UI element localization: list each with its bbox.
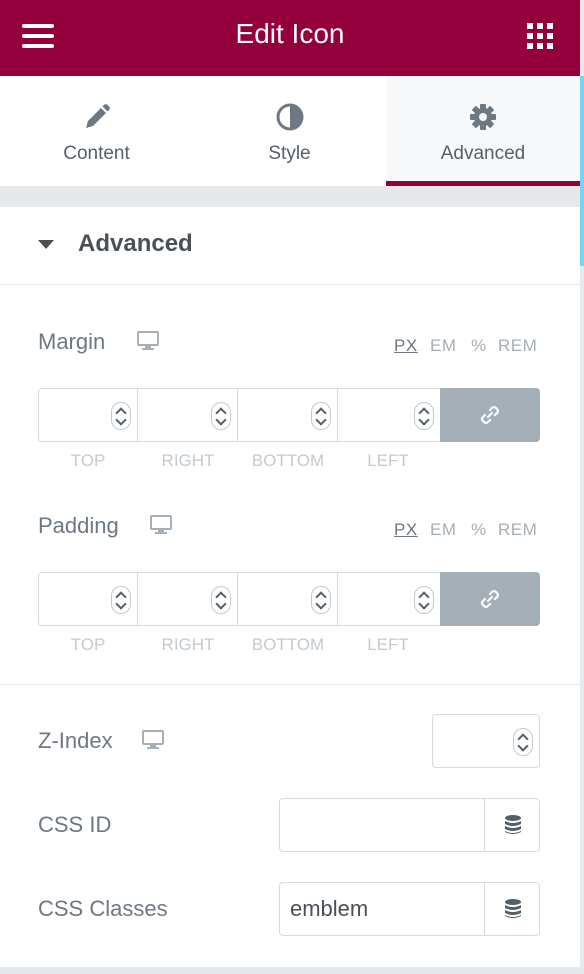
stepper-icon[interactable]: [211, 586, 231, 614]
stepper-icon[interactable]: [211, 402, 231, 430]
gear-icon: [470, 104, 496, 130]
z-index-label: Z-Index: [38, 728, 113, 753]
field-label-right: RIGHT: [161, 635, 215, 654]
field-label-left: LEFT: [367, 451, 409, 470]
tab-label: Style: [268, 143, 311, 164]
link-icon: [480, 405, 500, 425]
panel-title: Edit Icon: [235, 18, 345, 49]
padding-inputs: [38, 572, 540, 626]
unit-px[interactable]: PX: [394, 520, 418, 540]
stepper-icon[interactable]: [111, 402, 131, 430]
panel-header: Edit Icon: [0, 0, 580, 76]
padding-left-input[interactable]: [337, 572, 441, 626]
dynamic-tags-button[interactable]: [484, 798, 540, 852]
database-icon: [505, 815, 521, 834]
database-icon: [505, 899, 521, 918]
unit-px[interactable]: PX: [394, 336, 418, 356]
link-icon: [480, 589, 500, 609]
link-values-button[interactable]: [440, 388, 540, 442]
dynamic-tags-button[interactable]: [484, 882, 540, 936]
margin-label: Margin: [38, 329, 106, 354]
caret-down-icon: [38, 240, 54, 249]
unit-percent[interactable]: %: [471, 520, 487, 540]
field-label-bottom: BOTTOM: [251, 451, 325, 470]
padding-top-input[interactable]: [38, 572, 138, 626]
stepper-icon[interactable]: [414, 586, 434, 614]
tab-label: Content: [63, 143, 130, 164]
padding-field-labels: TOP RIGHT BOTTOM LEFT: [38, 635, 440, 655]
tab-content[interactable]: Content: [0, 76, 193, 186]
desktop-icon[interactable]: [150, 515, 172, 535]
margin-left-input[interactable]: [337, 388, 441, 442]
field-label-left: LEFT: [367, 635, 409, 654]
grid-icon[interactable]: [527, 23, 553, 49]
css-classes-input[interactable]: [279, 882, 486, 936]
desktop-icon[interactable]: [137, 331, 159, 351]
section-toggle[interactable]: Advanced: [0, 207, 580, 285]
field-label-top: TOP: [70, 451, 106, 470]
css-id-label: CSS ID: [38, 812, 112, 837]
tab-label: Advanced: [440, 143, 526, 164]
half-circle-icon: [276, 103, 303, 131]
pencil-icon: [85, 104, 110, 128]
padding-units: PX EM % REM: [394, 520, 540, 540]
divider: [0, 684, 580, 685]
unit-rem[interactable]: REM: [498, 520, 537, 540]
field-label-bottom: BOTTOM: [251, 635, 325, 654]
desktop-icon[interactable]: [142, 730, 164, 750]
stepper-icon[interactable]: [311, 586, 331, 614]
advanced-panel: Advanced Margin PX EM % REM TOP RIGHT BO…: [0, 207, 580, 967]
padding-label: Padding: [38, 513, 119, 538]
section-title: Advanced: [78, 230, 193, 257]
margin-inputs: [38, 388, 540, 442]
margin-field-labels: TOP RIGHT BOTTOM LEFT: [38, 451, 440, 471]
unit-percent[interactable]: %: [471, 336, 487, 356]
margin-units: PX EM % REM: [394, 336, 540, 356]
tab-style[interactable]: Style: [193, 76, 386, 186]
field-label-right: RIGHT: [161, 451, 215, 470]
stepper-icon[interactable]: [414, 402, 434, 430]
margin-bottom-input[interactable]: [237, 388, 338, 442]
scrollbar[interactable]: [580, 76, 584, 266]
margin-right-input[interactable]: [137, 388, 238, 442]
padding-bottom-input[interactable]: [237, 572, 338, 626]
link-values-button[interactable]: [440, 572, 540, 626]
z-index-input[interactable]: [432, 714, 540, 768]
unit-em[interactable]: EM: [430, 520, 457, 540]
tab-bar: Content Style Advanced: [0, 76, 580, 186]
padding-right-input[interactable]: [137, 572, 238, 626]
stepper-icon[interactable]: [513, 728, 533, 756]
unit-rem[interactable]: REM: [498, 336, 537, 356]
stepper-icon[interactable]: [111, 586, 131, 614]
css-classes-label: CSS Classes: [38, 896, 168, 921]
stepper-icon[interactable]: [311, 402, 331, 430]
unit-em[interactable]: EM: [430, 336, 457, 356]
scroll-track: [580, 266, 584, 974]
margin-top-input[interactable]: [38, 388, 138, 442]
tab-advanced[interactable]: Advanced: [386, 76, 580, 186]
css-id-input[interactable]: [279, 798, 486, 852]
field-label-top: TOP: [70, 635, 106, 654]
